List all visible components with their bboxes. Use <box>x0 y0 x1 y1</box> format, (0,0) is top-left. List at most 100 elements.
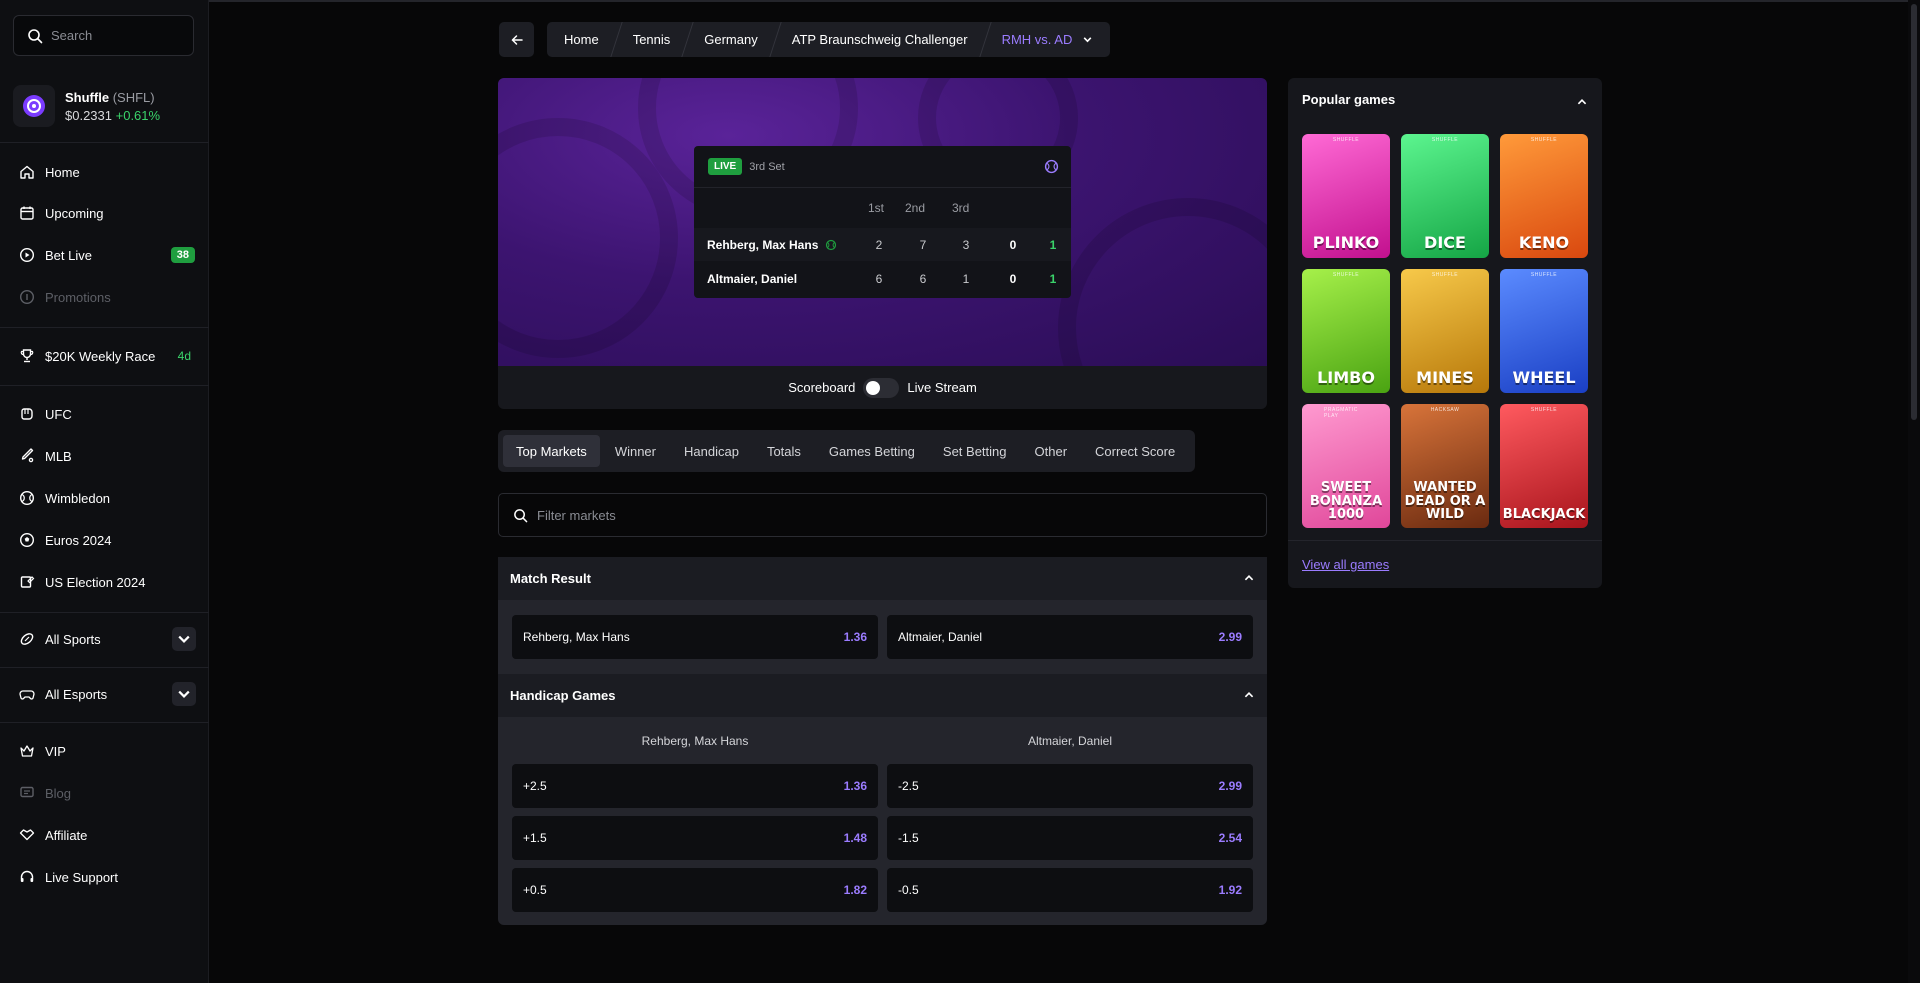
token-change: +0.61% <box>115 107 161 123</box>
baseball-bat-icon <box>21 448 34 463</box>
expand-sports-button[interactable] <box>172 627 196 651</box>
view-all-games-link[interactable]: View all games <box>1302 557 1389 572</box>
game-provider: SHUFFLE <box>1431 137 1459 143</box>
glove-icon <box>21 408 33 420</box>
game-provider: SHUFFLE <box>1530 272 1558 278</box>
game-card-blackjack[interactable]: SHUFFLE BLACKJACK <box>1500 404 1588 528</box>
nav-blog[interactable]: Blog <box>19 782 195 804</box>
odds-button[interactable]: +2.5 1.36 <box>512 764 878 808</box>
tab-totals[interactable]: Totals <box>754 435 814 467</box>
nav-us-election[interactable]: US Election 2024 <box>19 571 195 593</box>
nav-weekly-race[interactable]: $20K Weekly Race 4d <box>19 345 195 367</box>
chevron-up-icon[interactable] <box>1576 96 1588 108</box>
filter-markets-input[interactable]: Filter markets <box>498 493 1267 537</box>
game-card-limbo[interactable]: SHUFFLE LIMBO <box>1302 269 1390 393</box>
set-score: 6 <box>875 272 883 286</box>
game-provider: HACKSAW <box>1430 407 1460 413</box>
breadcrumb-tournament[interactable]: ATP Braunschweig Challenger <box>775 22 985 57</box>
breadcrumb: Home Tennis Germany ATP Braunschweig Cha… <box>547 22 1111 57</box>
soccer-ball-icon <box>19 532 35 548</box>
set-header: 1st <box>868 201 885 215</box>
game-card-wanted[interactable]: HACKSAW WANTED DEAD OR A WILD <box>1401 404 1489 528</box>
tab-winner[interactable]: Winner <box>602 435 669 467</box>
handicap-games-body: Rehberg, Max Hans Altmaier, Daniel +2.5 … <box>498 717 1267 925</box>
game-card-dice[interactable]: SHUFFLE DICE <box>1401 134 1489 258</box>
nav-euros-label: Euros 2024 <box>45 532 112 548</box>
handicap-games-header[interactable]: Handicap Games <box>498 674 1267 717</box>
tennis-ball-icon <box>19 490 35 506</box>
nav-promotions-label: Promotions <box>45 289 111 305</box>
game-card-wheel[interactable]: SHUFFLE WHEEL <box>1500 269 1588 393</box>
hero-decoration <box>1058 198 1267 366</box>
nav-promotions[interactable]: Promotions <box>19 286 195 308</box>
match-result-header[interactable]: Match Result <box>498 557 1267 600</box>
odds-price: 2.99 <box>1218 630 1242 644</box>
nav-live-support[interactable]: Live Support <box>19 866 195 888</box>
scrollbar-thumb[interactable] <box>1911 4 1917 420</box>
breadcrumb-match[interactable]: RMH vs. AD <box>985 22 1111 57</box>
nav-wimbledon[interactable]: Wimbledon <box>19 487 195 509</box>
top-border <box>0 0 1920 2</box>
game-name: MINES <box>1416 368 1474 388</box>
game-score: 0 <box>1009 272 1017 286</box>
chevron-up-icon <box>1244 575 1254 581</box>
nav-affiliate[interactable]: Affiliate <box>19 824 195 846</box>
odds-button[interactable]: Altmaier, Daniel 2.99 <box>887 615 1253 659</box>
game-card-mines[interactable]: SHUFFLE MINES <box>1401 269 1489 393</box>
odds-button[interactable]: +1.5 1.48 <box>512 816 878 860</box>
nav-all-sports[interactable]: All Sports <box>19 627 196 651</box>
nav-euros[interactable]: Euros 2024 <box>19 529 195 551</box>
breadcrumb-germany[interactable]: Germany <box>687 22 774 57</box>
nav-us-election-label: US Election 2024 <box>45 574 146 590</box>
nav-bet-live-label: Bet Live <box>45 247 92 263</box>
game-card-keno[interactable]: SHUFFLE KENO <box>1500 134 1588 258</box>
back-button[interactable] <box>499 22 534 57</box>
game-card-plinko[interactable]: SHUFFLE PLINKO <box>1302 134 1390 258</box>
odds-label: Rehberg, Max Hans <box>523 630 630 644</box>
nav-ufc[interactable]: UFC <box>19 403 195 425</box>
live-badge: LIVE <box>708 158 743 175</box>
odds-button[interactable]: -0.5 1.92 <box>887 868 1253 912</box>
set-score: 3 <box>962 238 970 252</box>
nav-bet-live[interactable]: Bet Live 38 <box>19 244 195 266</box>
view-toggle-switch[interactable] <box>863 377 900 398</box>
tab-set-betting[interactable]: Set Betting <box>930 435 1020 467</box>
odds-button[interactable]: Rehberg, Max Hans 1.36 <box>512 615 878 659</box>
game-provider: SHUFFLE <box>1332 137 1360 143</box>
serve-indicator-icon <box>825 239 837 251</box>
nav-mlb[interactable]: MLB <box>19 445 195 467</box>
nav-vip[interactable]: VIP <box>19 740 195 762</box>
odds-button[interactable]: +0.5 1.82 <box>512 868 878 912</box>
page-scrollbar[interactable] <box>1908 0 1920 983</box>
tab-other[interactable]: Other <box>1022 435 1081 467</box>
odds-button[interactable]: -2.5 2.99 <box>887 764 1253 808</box>
game-card-sweet-bonanza[interactable]: PRAGMATIC PLAY SWEET BONANZA 1000 <box>1302 404 1390 528</box>
tab-games-betting[interactable]: Games Betting <box>816 435 928 467</box>
nav-upcoming[interactable]: Upcoming <box>19 202 195 224</box>
sets-won: 1 <box>1049 238 1057 252</box>
nav-home[interactable]: Home <box>19 161 195 183</box>
odds-label: -2.5 <box>898 779 919 793</box>
tab-correct-score[interactable]: Correct Score <box>1082 435 1188 467</box>
divider <box>0 722 209 723</box>
expand-esports-button[interactable] <box>172 682 196 706</box>
nav-all-esports[interactable]: All Esports <box>19 682 196 706</box>
set-score: 2 <box>875 238 883 252</box>
tab-top-markets[interactable]: Top Markets <box>503 435 600 467</box>
breadcrumb-home[interactable]: Home <box>547 22 616 57</box>
nav-vip-label: VIP <box>45 743 66 759</box>
divider <box>0 612 209 613</box>
token-symbol: (SHFL) <box>112 89 155 105</box>
search-input[interactable]: Search <box>13 15 194 56</box>
game-name: LIMBO <box>1317 368 1375 388</box>
breadcrumb-tennis[interactable]: Tennis <box>616 22 688 57</box>
nav-ufc-label: UFC <box>45 406 72 422</box>
game-name: WANTED DEAD OR A WILD <box>1404 480 1486 523</box>
odds-button[interactable]: -1.5 2.54 <box>887 816 1253 860</box>
tab-handicap[interactable]: Handicap <box>671 435 752 467</box>
gamepad-icon <box>19 690 35 700</box>
game-score: 0 <box>1009 238 1017 252</box>
token-widget[interactable]: Shuffle (SHFL) $0.2331 +0.61% <box>13 85 160 127</box>
nav-race-label: $20K Weekly Race <box>45 348 156 364</box>
set-score: 7 <box>919 238 927 252</box>
